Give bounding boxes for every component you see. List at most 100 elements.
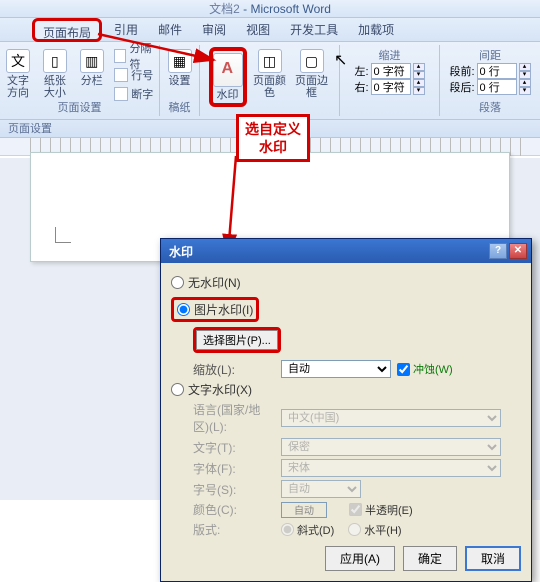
row-scale: 缩放(L): 自动 冲蚀(W) <box>193 360 521 378</box>
tab-review[interactable]: 审阅 <box>192 18 236 42</box>
row-text: 文字(T): 保密 <box>193 438 521 456</box>
indent-right: 右: ▴▾ <box>354 79 424 95</box>
select-language: 中文(中国) <box>281 409 501 427</box>
lbl-font: 字体(F): <box>193 460 275 477</box>
tab-mailings[interactable]: 邮件 <box>148 18 192 42</box>
btn-apply[interactable]: 应用(A) <box>325 546 395 571</box>
lbl-text-watermark: 文字水印(X) <box>188 381 252 398</box>
watermark-dialog: 水印 ? ✕ 无水印(N) 图片水印(I) 选择图片(P)... 缩放(L): … <box>160 238 532 582</box>
btn-columns[interactable]: ▥ 分栏 <box>75 47 108 103</box>
group-spacing: 间距 段前: ▴▾ 段后: ▴▾ 段落 <box>440 45 540 116</box>
lbl-language: 语言(国家/地区)(L): <box>193 401 275 435</box>
dialog-close-button[interactable]: ✕ <box>509 243 527 259</box>
dialog-help-button[interactable]: ? <box>489 243 507 259</box>
app-name: Microsoft Word <box>250 2 330 16</box>
watermark-icon <box>213 53 243 87</box>
tab-view[interactable]: 视图 <box>236 18 280 42</box>
lbl-size: 字号(S): <box>193 481 275 498</box>
select-size: 自动 <box>281 480 361 498</box>
dialog-titlebar[interactable]: 水印 ? ✕ <box>161 239 531 263</box>
columns-icon: ▥ <box>80 49 104 73</box>
lbl-layout: 版式: <box>193 521 275 538</box>
radio-no-watermark-input[interactable] <box>171 276 184 289</box>
spin-up[interactable]: ▴ <box>519 79 531 87</box>
input-spacing-after[interactable] <box>477 79 517 95</box>
chk-semitrans-input <box>349 503 362 516</box>
btn-line-numbers[interactable]: 行号 <box>114 66 157 84</box>
dialog-buttons: 应用(A) 确定 取消 <box>171 546 521 571</box>
radio-picture-watermark[interactable]: 图片水印(I) <box>171 297 259 322</box>
radio-text-watermark-input[interactable] <box>171 383 184 396</box>
lbl-indent: 缩进 <box>346 47 433 63</box>
dialog-title: 水印 <box>169 243 193 260</box>
dialog-body: 无水印(N) 图片水印(I) 选择图片(P)... 缩放(L): 自动 冲蚀(W… <box>161 263 531 581</box>
input-indent-left[interactable] <box>371 63 411 79</box>
btn-page-color[interactable]: ◫ 页面颜色 <box>251 47 289 107</box>
lbl-semitrans: 半透明(E) <box>365 502 413 518</box>
lbl-layout-diag: 斜式(D) <box>297 522 334 538</box>
spin-down[interactable]: ▾ <box>519 71 531 79</box>
input-spacing-before[interactable] <box>477 63 517 79</box>
tab-developer[interactable]: 开发工具 <box>280 18 348 42</box>
lbl-indent-left: 左: <box>354 63 368 79</box>
radio-no-watermark[interactable]: 无水印(N) <box>171 274 521 291</box>
lbl-page-color: 页面颜色 <box>251 75 289 99</box>
page-corner-mark <box>55 227 71 243</box>
btn-page-border[interactable]: ▢ 页面边框 <box>293 47 331 107</box>
btn-cancel[interactable]: 取消 <box>465 546 521 571</box>
row-size: 字号(S): 自动 <box>193 480 521 498</box>
lbl-columns: 分栏 <box>81 75 103 87</box>
tab-addins[interactable]: 加载项 <box>348 18 404 42</box>
row-font: 字体(F): 宋体 <box>193 459 521 477</box>
radio-layout-horizontal: 水平(H) <box>348 522 401 538</box>
btn-theme-setup[interactable]: ▦ 设置 <box>161 47 199 87</box>
radio-picture-watermark-input[interactable] <box>177 303 190 316</box>
select-scale[interactable]: 自动 <box>281 360 391 378</box>
lbl-color: 颜色(C): <box>193 501 275 518</box>
lbl-no-watermark: 无水印(N) <box>188 274 241 291</box>
spin-up[interactable]: ▴ <box>519 63 531 71</box>
lbl-theme-setup: 设置 <box>169 75 191 87</box>
page-color-icon: ◫ <box>258 49 282 73</box>
lbl-spacing-after: 段后: <box>449 79 474 95</box>
lbl-indent-right: 右: <box>354 79 368 95</box>
annotation-callout: 选自定义水印 <box>236 114 310 162</box>
btn-breaks[interactable]: 分隔符 <box>114 47 157 65</box>
select-picture-button[interactable]: 选择图片(P)... <box>196 330 278 350</box>
group-label-paragraph: 段落 <box>440 99 540 115</box>
chk-washout-input[interactable] <box>397 363 410 376</box>
lbl-scale: 缩放(L): <box>193 361 275 378</box>
group-label-page-setup: 页面设置 <box>0 99 159 115</box>
cursor-icon: ↖ <box>334 50 347 70</box>
select-picture-wrap: 选择图片(P)... <box>193 327 281 353</box>
radio-text-watermark[interactable]: 文字水印(X) <box>171 381 521 398</box>
text-direction-icon: 文 <box>6 49 30 73</box>
ribbon: 文 文字方向 ▯ 纸张大小 ▥ 分栏 分隔符 行号 断字 页面设置 ▦ 设置 稿… <box>0 42 540 120</box>
group-label-draft: 稿纸 <box>160 99 199 115</box>
theme-setup-icon: ▦ <box>168 49 192 73</box>
input-indent-right[interactable] <box>371 79 411 95</box>
lbl-layout-horiz: 水平(H) <box>364 522 401 538</box>
chk-washout[interactable]: 冲蚀(W) <box>397 361 453 377</box>
chk-semitransparent: 半透明(E) <box>349 502 413 518</box>
spin-up[interactable]: ▴ <box>413 63 425 71</box>
tab-references[interactable]: 引用 <box>104 18 148 42</box>
group-draft: ▦ 设置 稿纸 <box>160 45 200 116</box>
spacing-after: 段后: ▴▾ <box>449 79 530 95</box>
spin-down[interactable]: ▾ <box>519 87 531 95</box>
spin-up[interactable]: ▴ <box>413 79 425 87</box>
btn-watermark[interactable]: 水印 <box>209 47 247 107</box>
lbl-spacing: 间距 <box>446 47 534 63</box>
lbl-picture-watermark: 图片水印(I) <box>194 301 253 318</box>
btn-text-direction[interactable]: 文 文字方向 <box>2 47 35 103</box>
lbl-watermark: 水印 <box>217 89 239 101</box>
lbl-paper-size: 纸张大小 <box>38 75 71 99</box>
spin-down[interactable]: ▾ <box>413 71 425 79</box>
btn-ok[interactable]: 确定 <box>403 546 457 571</box>
spin-down[interactable]: ▾ <box>413 87 425 95</box>
tab-page-layout[interactable]: 页面布局 <box>32 18 102 42</box>
lbl-text: 文字(T): <box>193 439 275 456</box>
btn-paper-size[interactable]: ▯ 纸张大小 <box>38 47 71 103</box>
lbl-text-direction: 文字方向 <box>2 75 35 99</box>
ribbon-tabs: 页面布局 引用 邮件 审阅 视图 开发工具 加载项 <box>0 18 540 42</box>
